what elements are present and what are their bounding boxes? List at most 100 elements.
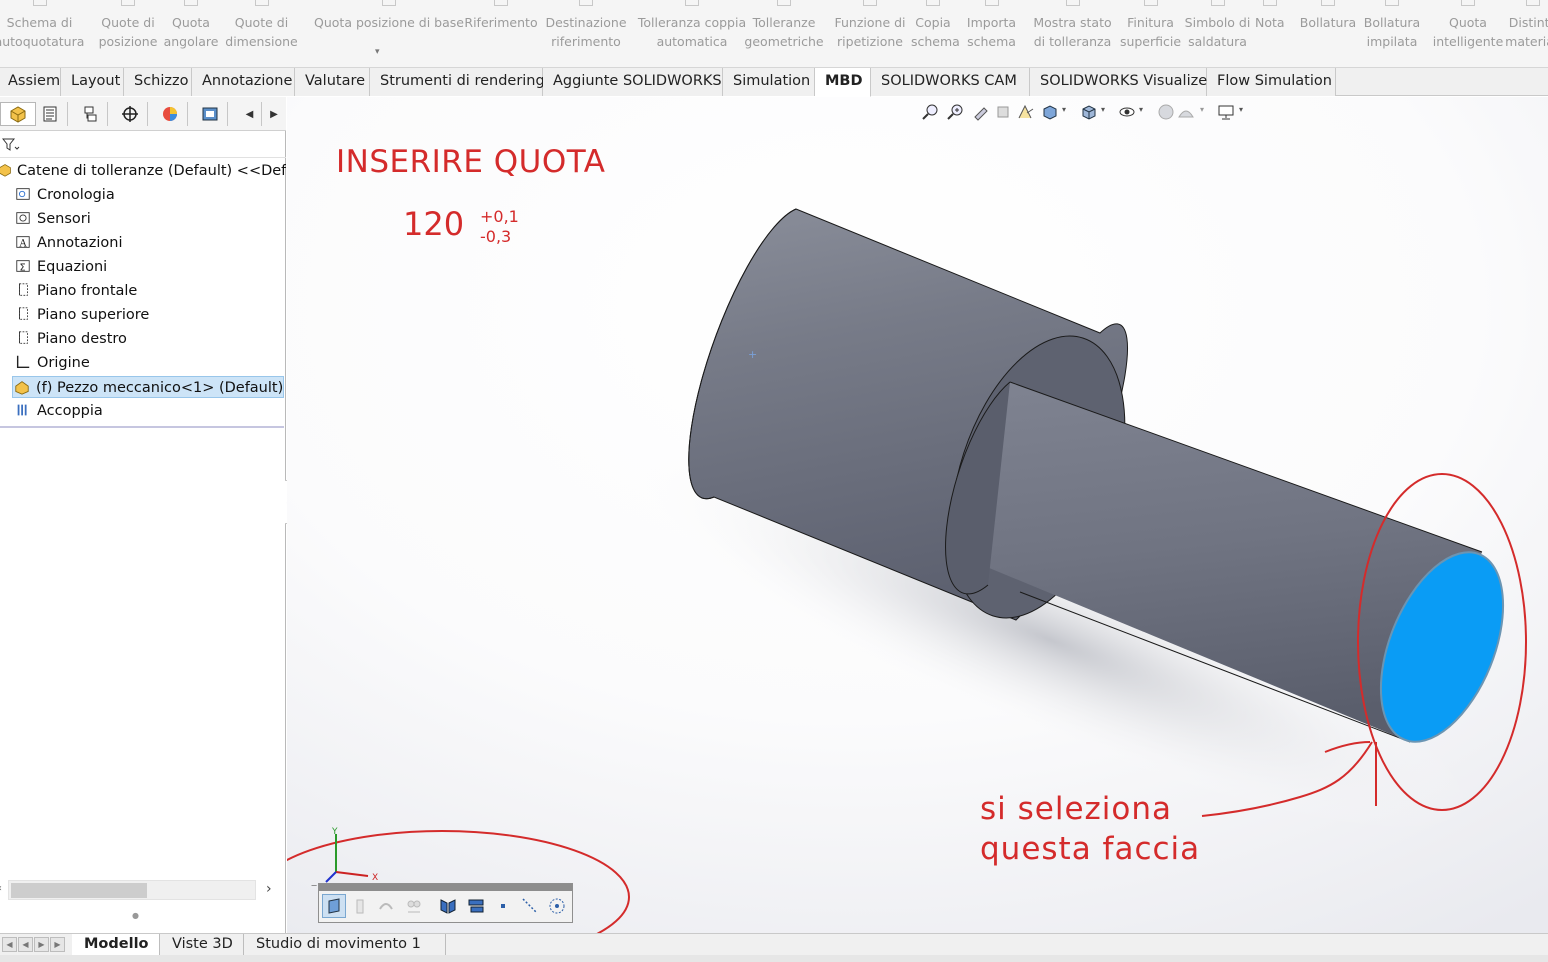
view-settings-dropdown[interactable]: ▾ bbox=[1239, 105, 1243, 114]
stack-button[interactable] bbox=[464, 894, 488, 918]
featuremanager-tab[interactable] bbox=[0, 102, 36, 126]
tree-item-6[interactable]: Piano destro bbox=[14, 328, 284, 350]
edit-appearance-icon[interactable] bbox=[1157, 103, 1175, 121]
tree-item-9[interactable]: Accoppia bbox=[14, 400, 284, 422]
tree-item-1[interactable]: Sensori bbox=[14, 208, 284, 230]
triad-x-label: X bbox=[372, 873, 378, 883]
hide-show-items-icon[interactable] bbox=[1118, 103, 1136, 121]
sketch-icon bbox=[356, 899, 364, 914]
tab-strumenti-di-rendering[interactable]: Strumenti di rendering bbox=[370, 68, 545, 96]
tab-solidworks-cam[interactable]: SOLIDWORKS CAM bbox=[871, 68, 1030, 96]
dimxpert-tab[interactable] bbox=[112, 102, 148, 126]
tree-filter[interactable] bbox=[0, 132, 286, 158]
sensor-icon bbox=[16, 212, 30, 224]
tree-item-label: Cronologia bbox=[37, 187, 115, 203]
display-style-dropdown[interactable]: ▾ bbox=[1101, 105, 1105, 114]
ribbon-button-16[interactable]: Bollatura bbox=[1295, 0, 1361, 62]
tree-item-8[interactable]: (f) Pezzo meccanico<1> (Default) << bbox=[12, 376, 284, 398]
ribbon-button-7[interactable]: Tolleranza coppia automatica bbox=[630, 0, 754, 62]
tab-simulation[interactable]: Simulation bbox=[723, 68, 815, 96]
ribbon-button-1[interactable]: Quote di posizione bbox=[95, 0, 161, 62]
previous-view-icon[interactable] bbox=[972, 103, 990, 121]
cam-tab[interactable] bbox=[192, 102, 228, 126]
ribbon-button-6[interactable]: Destinazione riferimento bbox=[542, 0, 630, 62]
first-tab-button[interactable]: ◀ bbox=[2, 937, 17, 952]
tree-item-5[interactable]: Piano superiore bbox=[14, 304, 284, 326]
tree-item-3[interactable]: Σ Equazioni bbox=[14, 256, 284, 278]
scroll-left-arrow[interactable]: ‹ bbox=[0, 883, 2, 894]
tab-layout[interactable]: Layout bbox=[61, 68, 124, 96]
graphics-area[interactable]: + ▾ ▾ ▾ ▾ ▾ INSERIRE QUOTA 120 +0,1 -0,3… bbox=[287, 97, 1548, 933]
scrollbar-thumb[interactable] bbox=[11, 883, 147, 898]
sketch-button[interactable] bbox=[348, 894, 372, 918]
context-toolbar-grip[interactable] bbox=[319, 884, 572, 891]
scene-icon[interactable] bbox=[1177, 103, 1195, 121]
tab-valutare[interactable]: Valutare bbox=[295, 68, 370, 96]
point-button[interactable] bbox=[491, 894, 515, 918]
view-orientation-dropdown[interactable]: ▾ bbox=[1062, 105, 1066, 114]
equation-icon: Σ bbox=[16, 260, 30, 273]
tab-mbd[interactable]: MBD bbox=[815, 68, 871, 97]
ribbon-button-13[interactable]: Finitura superficie bbox=[1114, 0, 1187, 62]
annotation-dimension-value: 120 bbox=[403, 205, 465, 243]
ribbon-button-8[interactable]: Tolleranze geometriche bbox=[744, 0, 824, 62]
ribbon-button-14[interactable]: Simbolo di saldatura bbox=[1181, 0, 1254, 62]
tab-assieme[interactable]: Assieme bbox=[0, 68, 69, 96]
ribbon-button-19[interactable]: Distinta materiali bbox=[1500, 0, 1548, 62]
ribbon-button-18[interactable]: Quota intelligente bbox=[1424, 0, 1512, 62]
scroll-tabs-right[interactable]: ▶ bbox=[262, 102, 286, 126]
ribbon-button-10[interactable]: Copia schema bbox=[911, 0, 960, 62]
ribbon-button-0[interactable]: Schema di autoquotatura bbox=[0, 0, 87, 62]
zoom-area-icon[interactable] bbox=[947, 103, 965, 121]
ribbon-button-12[interactable]: Mostra stato di tolleranza bbox=[1025, 0, 1120, 62]
normal-to-button[interactable] bbox=[322, 894, 346, 918]
axis-button[interactable] bbox=[518, 894, 542, 918]
tree-root-assembly[interactable]: Catene di tolleranze (Default) <<Default bbox=[0, 160, 286, 182]
ribbon-button-4[interactable]: Quota posizione di base bbox=[305, 0, 473, 62]
extrude-button[interactable] bbox=[374, 894, 398, 918]
tab-schizzo[interactable]: Schizzo bbox=[124, 68, 192, 96]
section-view-icon[interactable] bbox=[995, 103, 1013, 121]
quota-posizione-dropdown-caret[interactable]: ▾ bbox=[375, 47, 380, 57]
ribbon-command-icon bbox=[381, 0, 397, 8]
tolerance-button[interactable] bbox=[436, 894, 460, 918]
tree-item-4[interactable]: Piano frontale bbox=[14, 280, 284, 302]
view-settings-icon[interactable] bbox=[1217, 103, 1235, 121]
display-manager-tab[interactable] bbox=[152, 102, 188, 126]
ribbon-button-9[interactable]: Funzione di ripetizione bbox=[830, 0, 910, 62]
view-orientation-icon[interactable] bbox=[1041, 103, 1059, 121]
ribbon-button-17[interactable]: Bollatura impilata bbox=[1359, 0, 1425, 62]
scroll-right-arrow[interactable]: › bbox=[266, 881, 272, 897]
configurationmanager-tab[interactable] bbox=[72, 102, 108, 126]
ribbon-button-11[interactable]: Importa schema bbox=[966, 0, 1017, 62]
prev-tab-button[interactable]: ◀ bbox=[18, 937, 33, 952]
tab-solidworks-visualize[interactable]: SOLIDWORKS Visualize bbox=[1030, 68, 1207, 96]
pane-resize-handle[interactable]: ● bbox=[132, 911, 139, 920]
tree-item-0[interactable]: Cronologia bbox=[14, 184, 284, 206]
display-style-icon[interactable] bbox=[1080, 103, 1098, 121]
tab-annotazione[interactable]: Annotazione bbox=[192, 68, 295, 96]
dynamic-annotation-icon[interactable] bbox=[1017, 103, 1035, 121]
bottom-tab-1[interactable]: Viste 3D bbox=[160, 934, 244, 956]
zoom-to-fit-icon[interactable] bbox=[922, 103, 940, 121]
tree-item-2[interactable]: A Annotazioni bbox=[14, 232, 284, 254]
ribbon-button-2[interactable]: Quota angolare bbox=[162, 0, 220, 62]
hide-show-dropdown[interactable]: ▾ bbox=[1139, 105, 1143, 114]
bottom-tab-2[interactable]: Studio di movimento 1 bbox=[244, 934, 446, 956]
bottom-tab-0[interactable]: Modello bbox=[72, 934, 160, 956]
coordinate-button[interactable] bbox=[545, 894, 569, 918]
horizontal-scrollbar[interactable] bbox=[8, 880, 256, 900]
last-tab-button[interactable]: ▶ bbox=[50, 937, 65, 952]
tab-flow-simulation[interactable]: Flow Simulation bbox=[1207, 68, 1336, 96]
scroll-tabs-left[interactable]: ◀ bbox=[238, 102, 262, 126]
tree-item-7[interactable]: Origine bbox=[14, 352, 284, 374]
ribbon-button-5[interactable]: Riferimento bbox=[461, 0, 541, 62]
scene-dropdown[interactable]: ▾ bbox=[1200, 105, 1204, 114]
propertymanager-tab[interactable] bbox=[32, 102, 68, 126]
next-tab-button[interactable]: ▶ bbox=[34, 937, 49, 952]
tree-rollback-bar[interactable] bbox=[0, 426, 284, 428]
mate-button[interactable] bbox=[402, 894, 426, 918]
ribbon-button-15[interactable]: Nota bbox=[1255, 0, 1285, 62]
tab-aggiunte-solidworks[interactable]: Aggiunte SOLIDWORKS bbox=[543, 68, 723, 96]
ribbon-button-3[interactable]: Quote di dimensione bbox=[225, 0, 298, 62]
